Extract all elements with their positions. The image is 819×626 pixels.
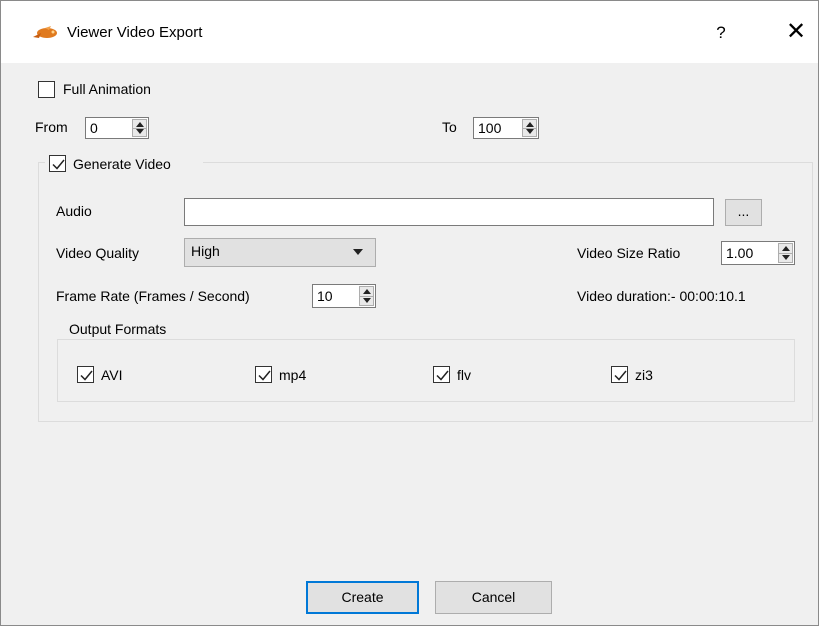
format-zi3-checkbox[interactable] — [611, 366, 628, 383]
chevron-down-icon — [353, 249, 363, 255]
app-logo-icon — [33, 26, 57, 38]
full-animation-label: Full Animation — [63, 81, 151, 97]
viewer-video-export-dialog: Viewer Video Export ? ✕ Full Animation F… — [0, 0, 819, 626]
from-spin-arrows-icon[interactable] — [132, 119, 147, 137]
format-mp4-label: mp4 — [279, 367, 307, 383]
cancel-button[interactable]: Cancel — [435, 581, 552, 614]
to-spin-arrows-icon[interactable] — [522, 119, 537, 137]
format-mp4-checkbox[interactable] — [255, 366, 272, 383]
video-duration-text: Video duration:- 00:00:10.1 — [577, 288, 746, 304]
from-label: From — [35, 119, 68, 135]
create-button[interactable]: Create — [306, 581, 419, 614]
format-flv-checkbox[interactable] — [433, 366, 450, 383]
audio-label: Audio — [56, 203, 92, 219]
window-title: Viewer Video Export — [67, 24, 203, 41]
browse-audio-button[interactable]: ... — [725, 199, 762, 226]
generate-video-label: Generate Video — [73, 156, 171, 172]
close-button[interactable]: ✕ — [781, 17, 811, 47]
output-formats-group — [57, 339, 795, 402]
format-zi3-label: zi3 — [635, 367, 653, 383]
full-animation-checkbox[interactable] — [38, 81, 55, 98]
from-spinbox[interactable]: 0 — [85, 117, 149, 139]
video-quality-select[interactable]: High — [184, 238, 376, 267]
frame-rate-spin-arrows-icon[interactable] — [359, 286, 374, 306]
help-button[interactable]: ? — [709, 19, 733, 47]
video-size-ratio-spinbox[interactable]: 1.00 — [721, 241, 795, 265]
audio-input[interactable] — [184, 198, 714, 226]
to-value: 100 — [478, 120, 502, 136]
format-flv-label: flv — [457, 367, 471, 383]
title-bar[interactable]: Viewer Video Export ? ✕ — [1, 1, 818, 63]
format-avi-label: AVI — [101, 367, 123, 383]
format-avi-checkbox[interactable] — [77, 366, 94, 383]
from-value: 0 — [90, 120, 98, 136]
video-size-ratio-value: 1.00 — [726, 245, 754, 261]
frame-rate-spinbox[interactable]: 10 — [312, 284, 376, 308]
generate-video-checkbox[interactable] — [49, 155, 66, 172]
video-quality-label: Video Quality — [56, 245, 140, 261]
to-spinbox[interactable]: 100 — [473, 117, 539, 139]
output-formats-title: Output Formats — [69, 321, 167, 337]
frame-rate-label: Frame Rate (Frames / Second) — [56, 288, 250, 304]
to-label: To — [442, 119, 457, 135]
video-size-ratio-label: Video Size Ratio — [577, 245, 681, 261]
video-quality-value: High — [191, 243, 220, 259]
frame-rate-value: 10 — [317, 288, 333, 304]
size-ratio-spin-arrows-icon[interactable] — [778, 243, 793, 263]
